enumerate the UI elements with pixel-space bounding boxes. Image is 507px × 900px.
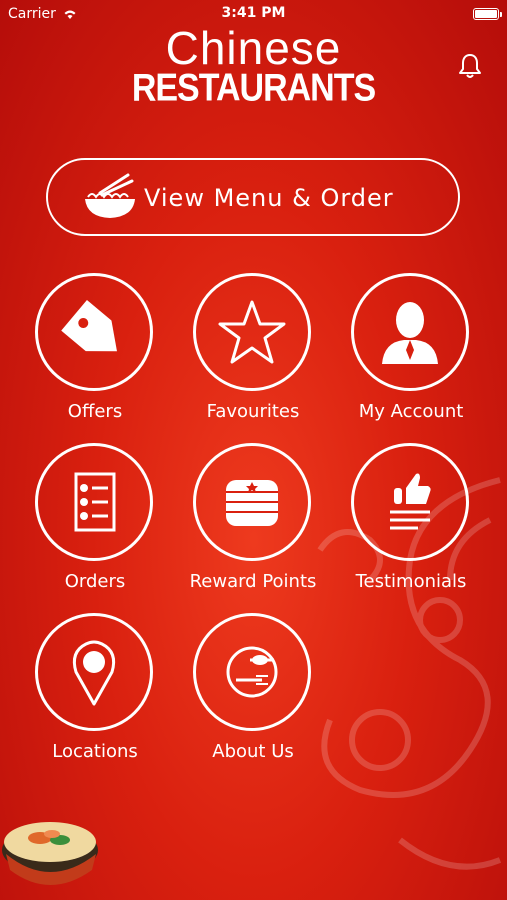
app-screen: Carrier 3:41 PM Chinese RESTAURANTS View… <box>0 0 507 900</box>
tile-offers[interactable]: Offers <box>20 273 170 433</box>
tile-my-account[interactable]: My Account <box>336 273 486 433</box>
tile-reward-points[interactable]: Reward Points <box>178 443 328 603</box>
map-pin-icon <box>72 640 116 706</box>
person-icon <box>382 302 438 364</box>
my-account-circle <box>351 273 469 391</box>
food-bowl-image <box>2 822 98 885</box>
tile-orders[interactable]: Orders <box>20 443 170 603</box>
plate-cutlery-icon <box>226 646 278 698</box>
star-icon <box>218 300 286 364</box>
favourites-circle <box>193 273 311 391</box>
logo-line-1: Chinese <box>165 22 342 74</box>
tag-icon <box>61 299 117 352</box>
my-account-label: My Account <box>358 401 464 422</box>
testimonials-circle <box>351 443 469 561</box>
logo-line-2: RESTAURANTS <box>131 66 376 110</box>
status-time: 3:41 PM <box>221 5 286 21</box>
app-logo: Chinese RESTAURANTS <box>0 22 507 110</box>
battery-icon <box>473 8 502 20</box>
testimonials-label: Testimonials <box>355 571 467 592</box>
tile-testimonials[interactable]: Testimonials <box>336 443 486 603</box>
view-menu-order-label: View Menu & Order <box>144 184 394 212</box>
about-us-circle <box>193 613 311 731</box>
reward-points-circle <box>193 443 311 561</box>
noodle-bowl-icon <box>85 173 135 218</box>
tile-about-us[interactable]: About Us <box>178 613 328 773</box>
tile-favourites[interactable]: Favourites <box>178 273 328 433</box>
coin-stack-icon <box>226 480 278 526</box>
notification-bell-icon[interactable] <box>456 52 484 80</box>
thumbs-up-icon <box>390 473 431 530</box>
about-us-label: About Us <box>212 741 294 762</box>
tile-locations[interactable]: Locations <box>20 613 170 773</box>
orders-circle <box>35 443 153 561</box>
locations-circle <box>35 613 153 731</box>
view-menu-order-button[interactable]: View Menu & Order <box>46 158 460 236</box>
offers-circle <box>35 273 153 391</box>
list-icon <box>74 472 116 532</box>
